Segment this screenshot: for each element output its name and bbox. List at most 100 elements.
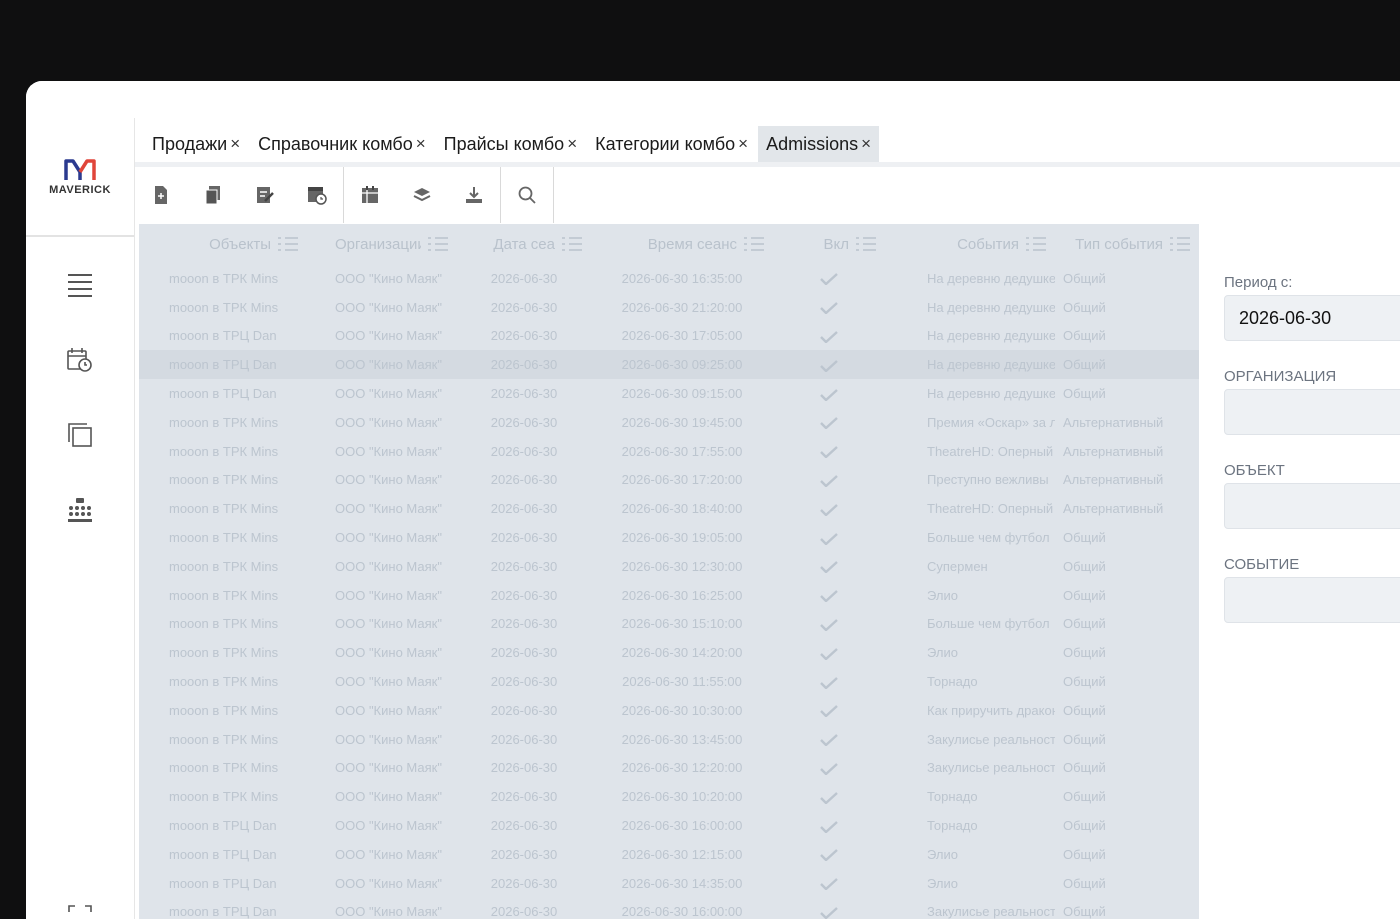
table-cell: mooon в ТРК Mins bbox=[169, 299, 279, 315]
table-row[interactable]: mooon в ТРК Mins ООО "Кино Маяк" 2026-06-3… bbox=[139, 293, 1199, 322]
table-row[interactable]: mooon в ТРЦ Dan ООО "Кино Маяк" 2026-06-30… bbox=[139, 811, 1199, 840]
admissions-grid: Объекты Организации Дата сеа Время сеанс Вкл… bbox=[139, 224, 1199, 919]
tab-combo-categories[interactable]: Категории комбо × bbox=[587, 126, 756, 162]
table-cell: mooon в ТРК Mins bbox=[169, 789, 279, 805]
tab-combo-directory[interactable]: Справочник комбо × bbox=[250, 126, 434, 162]
table-row[interactable]: mooon в ТРЦ Dan ООО "Кино Маяк" 2026-06-30… bbox=[139, 350, 1199, 380]
table-row[interactable]: mooon в ТРК Mins ООО "Кино Маяк" 2026-06-3… bbox=[139, 581, 1199, 610]
close-icon[interactable]: × bbox=[861, 134, 871, 154]
table-cell: 2026-06-30 bbox=[490, 645, 558, 661]
sidebar-copy-button[interactable] bbox=[63, 418, 97, 452]
column-filter-icon[interactable] bbox=[855, 235, 877, 253]
table-row[interactable]: mooon в ТРК Mins ООО "Кино Маяк" 2026-06-3… bbox=[139, 437, 1199, 466]
enabled-check-cell bbox=[773, 818, 885, 834]
checkmark-icon bbox=[820, 273, 838, 286]
checkmark-icon bbox=[820, 878, 838, 891]
table-cell: ООО "Кино Маяк" bbox=[335, 501, 442, 517]
copy-doc-icon bbox=[205, 186, 220, 205]
sidebar-seating-button[interactable] bbox=[63, 493, 97, 527]
column-filter-icon[interactable] bbox=[561, 235, 583, 253]
close-icon[interactable]: × bbox=[567, 134, 577, 154]
app-logo[interactable]: MAVERICK bbox=[26, 118, 134, 237]
table-row[interactable]: mooon в ТРЦ Dan ООО "Кино Маяк" 2026-06-30… bbox=[139, 869, 1199, 898]
column-header[interactable]: Дата сеа bbox=[457, 235, 591, 253]
table-cell: Элио bbox=[927, 846, 958, 862]
close-icon[interactable]: × bbox=[230, 134, 240, 154]
table-cell: mooon в ТРК Mins bbox=[169, 702, 279, 718]
table-row[interactable]: mooon в ТРК Mins ООО "Кино Маяк" 2026-06-3… bbox=[139, 638, 1199, 667]
column-header[interactable]: Время сеанс bbox=[591, 235, 773, 253]
table-row[interactable]: mooon в ТРК Mins ООО "Кино Маяк" 2026-06-3… bbox=[139, 523, 1199, 552]
table-cell: ООО "Кино Маяк" bbox=[335, 299, 442, 315]
table-row[interactable]: mooon в ТРЦ Dan ООО "Кино Маяк" 2026-06-30… bbox=[139, 322, 1199, 351]
column-header[interactable]: Организации bbox=[307, 235, 457, 253]
object-select[interactable] bbox=[1224, 483, 1400, 529]
period-from-input[interactable]: 2026-06-30 bbox=[1224, 295, 1400, 341]
checkmark-icon bbox=[820, 561, 838, 574]
table-cell: 2026-06-30 19:05:00 bbox=[621, 530, 743, 546]
tab-admissions[interactable]: Admissions × bbox=[758, 126, 880, 162]
column-filter-icon[interactable] bbox=[1169, 235, 1191, 253]
table-cell: 2026-06-30 10:20:00 bbox=[621, 789, 743, 805]
sidebar-menu-button[interactable] bbox=[63, 268, 97, 302]
table-cell: mooon в ТРЦ Dan bbox=[169, 328, 277, 344]
sidebar-schedule-button[interactable] bbox=[63, 343, 97, 377]
checkmark-icon bbox=[820, 647, 838, 661]
schedule-document-button[interactable] bbox=[291, 167, 343, 223]
tab-sales[interactable]: Продажи × bbox=[144, 126, 248, 162]
table-row[interactable]: mooon в ТРЦ Dan ООО "Кино Маяк" 2026-06-30… bbox=[139, 840, 1199, 869]
search-button[interactable] bbox=[501, 167, 553, 223]
table-cell: Альтернативный bbox=[1063, 414, 1164, 430]
enabled-check-cell bbox=[773, 271, 885, 286]
table-cell: Альтернативный bbox=[1063, 443, 1164, 459]
event-select[interactable] bbox=[1224, 577, 1400, 623]
search-icon bbox=[518, 186, 536, 204]
table-row[interactable]: mooon в ТРЦ Dan ООО "Кино Маяк" 2026-06-30… bbox=[139, 379, 1199, 408]
table-cell: Больше чем футбол bbox=[927, 616, 1050, 632]
table-row[interactable]: mooon в ТРЦ Dan ООО "Кино Маяк" 2026-06-30… bbox=[139, 898, 1199, 919]
table-cell: mooon в ТРК Mins bbox=[169, 501, 279, 517]
column-header-label: Тип события bbox=[1075, 235, 1163, 253]
sidebar-expand-button[interactable] bbox=[63, 900, 97, 919]
table-row[interactable]: mooon в ТРК Mins ООО "Кино Маяк" 2026-06-3… bbox=[139, 696, 1199, 725]
column-header[interactable]: Объекты bbox=[139, 235, 307, 253]
table-cell: Супермен bbox=[927, 558, 988, 574]
table-row[interactable]: mooon в ТРК Mins ООО "Кино Маяк" 2026-06-3… bbox=[139, 725, 1199, 754]
enabled-check-cell bbox=[773, 530, 885, 546]
table-row[interactable]: mooon в ТРК Mins ООО "Кино Маяк" 2026-06-3… bbox=[139, 754, 1199, 783]
table-row[interactable]: mooon в ТРК Mins ООО "Кино Маяк" 2026-06-3… bbox=[139, 408, 1199, 437]
tab-combo-prices[interactable]: Прайсы комбо × bbox=[436, 126, 585, 162]
table-row[interactable]: mooon в ТРК Mins ООО "Кино Маяк" 2026-06-3… bbox=[139, 494, 1199, 523]
table-cell: 2026-06-30 17:55:00 bbox=[621, 443, 743, 459]
close-icon[interactable]: × bbox=[738, 134, 748, 154]
table-row[interactable]: mooon в ТРК Mins ООО "Кино Маяк" 2026-06-3… bbox=[139, 264, 1199, 293]
table-row[interactable]: mooon в ТРК Mins ООО "Кино Маяк" 2026-06-3… bbox=[139, 782, 1199, 811]
table-row[interactable]: mooon в ТРК Mins ООО "Кино Маяк" 2026-06-3… bbox=[139, 610, 1199, 639]
enabled-check-cell bbox=[773, 559, 885, 574]
column-filter-icon[interactable] bbox=[1025, 235, 1047, 253]
organization-select[interactable] bbox=[1224, 389, 1400, 435]
organization-label: ОРГАНИЗАЦИЯ bbox=[1224, 368, 1337, 385]
table-row[interactable]: mooon в ТРК Mins ООО "Кино Маяк" 2026-06-3… bbox=[139, 552, 1199, 581]
table-cell: 2026-06-30 09:25:00 bbox=[621, 357, 743, 373]
column-header-label: Время сеанс bbox=[647, 235, 737, 253]
copy-document-button[interactable] bbox=[187, 167, 239, 223]
edit-document-button[interactable] bbox=[239, 167, 291, 223]
column-filter-icon[interactable] bbox=[743, 235, 765, 253]
column-header[interactable]: Вкл bbox=[773, 235, 885, 253]
column-filter-icon[interactable] bbox=[277, 235, 299, 253]
column-header[interactable]: События bbox=[885, 235, 1055, 253]
download-button[interactable] bbox=[448, 167, 500, 223]
table-cell: mooon в ТРК Mins bbox=[169, 472, 279, 488]
close-icon[interactable]: × bbox=[416, 134, 426, 154]
report-button[interactable] bbox=[344, 167, 396, 223]
column-header[interactable]: Тип события bbox=[1055, 235, 1199, 253]
checkmark-icon bbox=[820, 590, 838, 603]
layers-button[interactable] bbox=[396, 167, 448, 223]
table-row[interactable]: mooon в ТРК Mins ООО "Кино Маяк" 2026-06-3… bbox=[139, 466, 1199, 495]
enabled-check-cell bbox=[773, 703, 885, 718]
column-filter-icon[interactable] bbox=[427, 235, 449, 253]
new-document-button[interactable] bbox=[135, 167, 187, 223]
enabled-check-cell bbox=[773, 415, 885, 430]
table-row[interactable]: mooon в ТРК Mins ООО "Кино Маяк" 2026-06-3… bbox=[139, 667, 1199, 696]
